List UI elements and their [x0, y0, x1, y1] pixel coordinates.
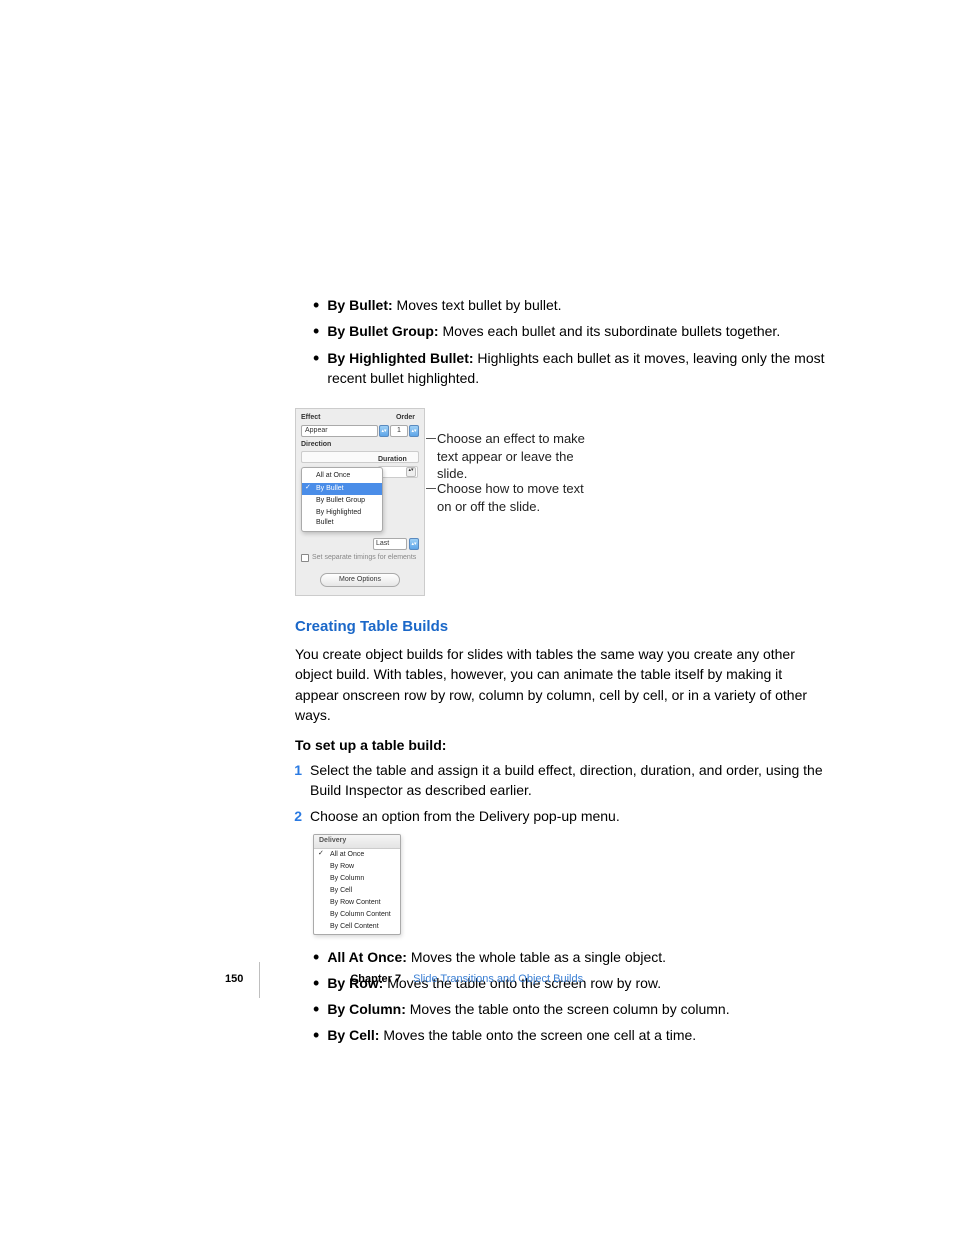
step-text: Select the table and assign it a build e…: [310, 760, 825, 801]
step-text: Choose an option from the Delivery pop-u…: [310, 806, 825, 826]
bullet-item: • By Bullet: Moves text bullet by bullet…: [295, 295, 825, 315]
chevron-updown-icon[interactable]: ▴▾: [409, 538, 419, 550]
chapter-title: Slide Transitions and Object Builds: [413, 972, 583, 988]
bullet-item: • By Highlighted Bullet: Highlights each…: [295, 348, 825, 389]
bullet-dot-icon: •: [313, 322, 319, 340]
bullet-dot-icon: •: [313, 1026, 319, 1044]
procedure-heading: To set up a table build:: [295, 735, 825, 755]
chevron-updown-icon[interactable]: ▴▾: [379, 425, 389, 437]
direction-label: Direction: [301, 440, 419, 450]
popup-item-selected[interactable]: ✓By Bullet: [302, 483, 382, 495]
effect-popup[interactable]: Appear: [301, 425, 378, 437]
duration-stepper[interactable]: ▴▾: [378, 466, 418, 478]
delivery-item[interactable]: By Row: [314, 861, 400, 873]
bullet-text: By Highlighted Bullet: Highlights each b…: [327, 348, 825, 389]
section-heading: Creating Table Builds: [295, 616, 825, 638]
order-field[interactable]: 1: [390, 425, 408, 437]
popup-item[interactable]: All at Once: [302, 470, 382, 482]
chapter-label: Chapter 7: [350, 972, 401, 988]
popup-item[interactable]: By Highlighted Bullet: [302, 507, 382, 529]
callout-line: [426, 488, 436, 489]
check-icon: ✓: [318, 849, 324, 859]
step-item: 2 Choose an option from the Delivery pop…: [295, 806, 825, 826]
bullet-desc: Moves the table onto the screen one cell…: [383, 1027, 696, 1043]
last-popup[interactable]: Last: [373, 538, 407, 550]
build-inspector-panel: Effect Order Appear ▴▾ 1 ▴▾ Direction Du…: [295, 408, 425, 596]
popup-item[interactable]: By Bullet Group: [302, 495, 382, 507]
bullet-text: By Bullet: Moves text bullet by bullet.: [327, 295, 825, 315]
delivery-item[interactable]: By Cell Content: [314, 921, 400, 933]
delivery-item[interactable]: By Row Content: [314, 897, 400, 909]
stepper-icon[interactable]: ▴▾: [406, 467, 416, 477]
delivery-item[interactable]: ✓All at Once: [314, 849, 400, 861]
bullet-label: By Bullet:: [327, 297, 392, 313]
bullet-desc: Moves the table onto the screen column b…: [410, 1001, 730, 1017]
bullet-dot-icon: •: [313, 1000, 319, 1018]
bullet-dot-icon: •: [313, 296, 319, 314]
delivery-popup-header: Delivery: [314, 835, 400, 848]
bullet-item: • By Bullet Group: Moves each bullet and…: [295, 321, 825, 341]
bullet-dot-icon: •: [313, 349, 319, 367]
callout-text: Choose how to move text on or off the sl…: [437, 480, 597, 515]
step-item: 1 Select the table and assign it a build…: [295, 760, 825, 801]
callout-line: [426, 438, 436, 439]
bullet-label: By Column:: [327, 1001, 406, 1017]
bullet-text: By Bullet Group: Moves each bullet and i…: [327, 321, 825, 341]
callout-text: Choose an effect to make text appear or …: [437, 430, 597, 483]
more-options-button[interactable]: More Options: [320, 573, 400, 587]
inspector-figure: Effect Order Appear ▴▾ 1 ▴▾ Direction Du…: [295, 408, 825, 596]
section-paragraph: You create object builds for slides with…: [295, 644, 825, 725]
bullet-desc: Moves text bullet by bullet.: [397, 297, 562, 313]
effect-label: Effect: [301, 413, 320, 423]
delivery-popup-menu[interactable]: Delivery ✓All at Once By Row By Column B…: [313, 834, 401, 934]
timings-checkbox-label: Set separate timings for elements: [312, 553, 416, 563]
order-label: Order: [396, 413, 415, 423]
delivery-text-popup[interactable]: All at Once ✓By Bullet By Bullet Group B…: [301, 467, 383, 532]
delivery-item[interactable]: By Cell: [314, 885, 400, 897]
chevron-updown-icon[interactable]: ▴▾: [409, 425, 419, 437]
bullet-label: By Bullet Group:: [327, 323, 438, 339]
bullet-item: • By Column: Moves the table onto the sc…: [295, 999, 825, 1019]
bullet-desc: Moves each bullet and its subordinate bu…: [442, 323, 780, 339]
page-number: 150: [225, 972, 243, 988]
bullet-label: By Cell:: [327, 1027, 379, 1043]
bullet-list-top: • By Bullet: Moves text bullet by bullet…: [295, 295, 825, 388]
duration-label: Duration: [378, 456, 407, 463]
step-number: 2: [290, 806, 310, 826]
timings-checkbox[interactable]: [301, 554, 309, 562]
bullet-label: By Highlighted Bullet:: [327, 350, 473, 366]
bullet-item: • By Cell: Moves the table onto the scre…: [295, 1025, 825, 1045]
page-footer: 150 Chapter 7 Slide Transitions and Obje…: [225, 962, 825, 998]
check-icon: ✓: [305, 483, 311, 493]
step-number: 1: [290, 760, 310, 780]
delivery-item[interactable]: By Column: [314, 873, 400, 885]
delivery-item[interactable]: By Column Content: [314, 909, 400, 921]
footer-divider: [259, 962, 260, 998]
